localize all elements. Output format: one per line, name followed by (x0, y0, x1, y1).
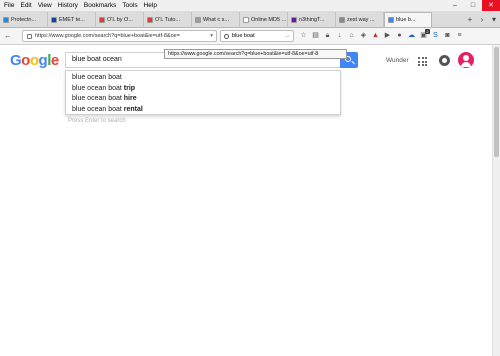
tab-label: EMET te... (59, 16, 85, 23)
favicon-icon (243, 16, 249, 23)
menu-icon[interactable]: ≡ (454, 30, 465, 42)
suggestion-bold: hire (123, 95, 137, 102)
tab-label: zest way ... (347, 16, 375, 23)
home-icon[interactable]: ⌂ (346, 30, 357, 42)
logo-letter: o (21, 52, 30, 69)
chat-icon[interactable]: ● (394, 30, 405, 42)
apps-grid-icon[interactable] (418, 57, 427, 66)
logo-letter: g (38, 52, 48, 69)
tab-label: O'L Tuto... (155, 16, 180, 23)
menu-help[interactable]: Help (144, 2, 157, 9)
tab[interactable]: Protectn... (0, 12, 48, 27)
tab-strip: Protectn... EMET te... O'L by O... O'L T… (0, 11, 500, 28)
pdf-icon[interactable]: ▲ (370, 30, 381, 42)
bookmark-star-icon[interactable]: ☆ (298, 30, 309, 42)
search-hint: Press Enter to search (68, 118, 126, 124)
notification-icon[interactable]: ▣ 2 (418, 29, 430, 42)
tab[interactable]: O'L Tuto... (144, 12, 192, 27)
suggestion-text: blue ocean boat (72, 105, 124, 113)
search-icon-handle (351, 60, 355, 65)
user-name[interactable]: Wunder (386, 57, 409, 64)
new-tab-icon[interactable]: + (464, 12, 476, 27)
back-icon[interactable]: ← (2, 30, 14, 42)
extension-icon[interactable]: ▶ (382, 30, 393, 42)
window-controls: – □ ✕ (446, 0, 500, 11)
camera-icon[interactable]: ◙ (442, 30, 453, 42)
menu-tools[interactable]: Tools (122, 2, 137, 9)
maximize-icon[interactable]: □ (464, 0, 482, 11)
avatar-body (461, 62, 471, 67)
suggestion-item[interactable]: blue ocean boat trip (66, 84, 340, 95)
go-arrow-icon[interactable]: → (285, 33, 291, 39)
logo-letter: e (50, 52, 59, 69)
tab-label: Protectn... (11, 16, 37, 23)
menu-view[interactable]: View (38, 2, 52, 9)
tab[interactable]: zest way ... (336, 12, 384, 27)
minimize-icon[interactable]: – (446, 0, 464, 11)
notifications-icon[interactable] (439, 55, 450, 66)
tab-label: n3thingT... (299, 16, 325, 23)
suggestion-bold: rental (123, 105, 143, 113)
tab-label: blue b... (396, 17, 416, 23)
tab[interactable]: Online MD5 ... (240, 12, 288, 27)
shield-icon[interactable]: ◈ (358, 30, 369, 42)
tab[interactable]: O'L by O... (96, 12, 144, 27)
suggestion-bold: trip (123, 84, 136, 92)
suggestions-dropdown: blue ocean boat blue ocean boat trip blu… (65, 70, 341, 115)
tab-controls: + › ▾ (464, 12, 500, 27)
tab-active[interactable]: blue b... (384, 12, 432, 27)
dropdown-icon[interactable]: ▾ (210, 33, 213, 39)
menu-history[interactable]: History (58, 2, 78, 9)
scrollbar[interactable] (492, 45, 500, 356)
suggestion-text: blue ocean boat (72, 84, 124, 92)
toolbar-icons: ☆ ▤ 🔒︎ ↓ ⌂ ◈ ▲ ▶ ● ☁ ▣ 2 S ◙ ≡ (298, 29, 466, 42)
favicon-icon (195, 16, 201, 23)
navigation-bar: ← https://www.google.com/search?q=blue+b… (0, 28, 500, 45)
tab[interactable]: n3thingT... (288, 12, 336, 27)
reading-list-icon[interactable]: ▤ (310, 30, 321, 42)
tab-label: What c s... (203, 16, 229, 23)
url-bar[interactable]: https://www.google.com/search?q=blue+boa… (22, 30, 217, 42)
url-text: https://www.google.com/search?q=blue+boa… (35, 33, 180, 39)
tab[interactable]: What c s... (192, 12, 240, 27)
sync-icon[interactable]: S (430, 30, 441, 42)
search-icon (224, 33, 229, 39)
suggestion-item[interactable]: blue ocean boat (66, 73, 340, 84)
avatar-head (463, 55, 469, 61)
favicon-icon (339, 16, 345, 23)
download-icon[interactable]: ↓ (334, 30, 345, 42)
favicon-icon (388, 17, 394, 23)
suggestion-text: blue ocean boat (72, 95, 124, 102)
favicon-icon (147, 16, 153, 23)
browser-search-bar[interactable]: blue boat → (220, 30, 294, 42)
suggestion-item[interactable]: blue ocean boat hire (66, 94, 340, 105)
url-tooltip: https://www.google.com/search?q=blue+boa… (164, 49, 347, 59)
tab-label: O'L by O... (107, 16, 133, 23)
favicon-icon (3, 16, 9, 23)
menu-edit[interactable]: Edit (20, 2, 31, 9)
menu-file[interactable]: File (4, 2, 14, 9)
logo-letter: G (10, 52, 22, 69)
scrollbar-thumb[interactable] (494, 47, 499, 157)
favicon-icon (99, 16, 105, 23)
page-content: Google blue boat ocean blue ocean boat b… (0, 45, 492, 356)
tab-label: Online MD5 ... (251, 16, 287, 23)
close-icon[interactable]: ✕ (482, 0, 500, 11)
browser-search-value: blue boat (232, 33, 255, 39)
google-logo[interactable]: Google (10, 52, 59, 69)
suggestion-item[interactable]: blue ocean boat rental (66, 105, 340, 116)
lock-icon (27, 33, 32, 39)
suggestion-text: blue ocean boat (72, 74, 122, 81)
lock-icon[interactable]: 🔒︎ (322, 30, 333, 42)
favicon-icon (291, 16, 297, 23)
tab-list-icon[interactable]: ▾ (488, 12, 500, 27)
cloud-icon[interactable]: ☁ (406, 30, 417, 42)
menu-bookmarks[interactable]: Bookmarks (84, 2, 117, 9)
avatar[interactable] (458, 52, 474, 68)
favicon-icon (51, 16, 57, 23)
tab[interactable]: EMET te... (48, 12, 96, 27)
chevron-right-icon[interactable]: › (476, 12, 488, 27)
menu-bar: File Edit View History Bookmarks Tools H… (0, 0, 500, 11)
logo-letter: o (29, 52, 39, 69)
